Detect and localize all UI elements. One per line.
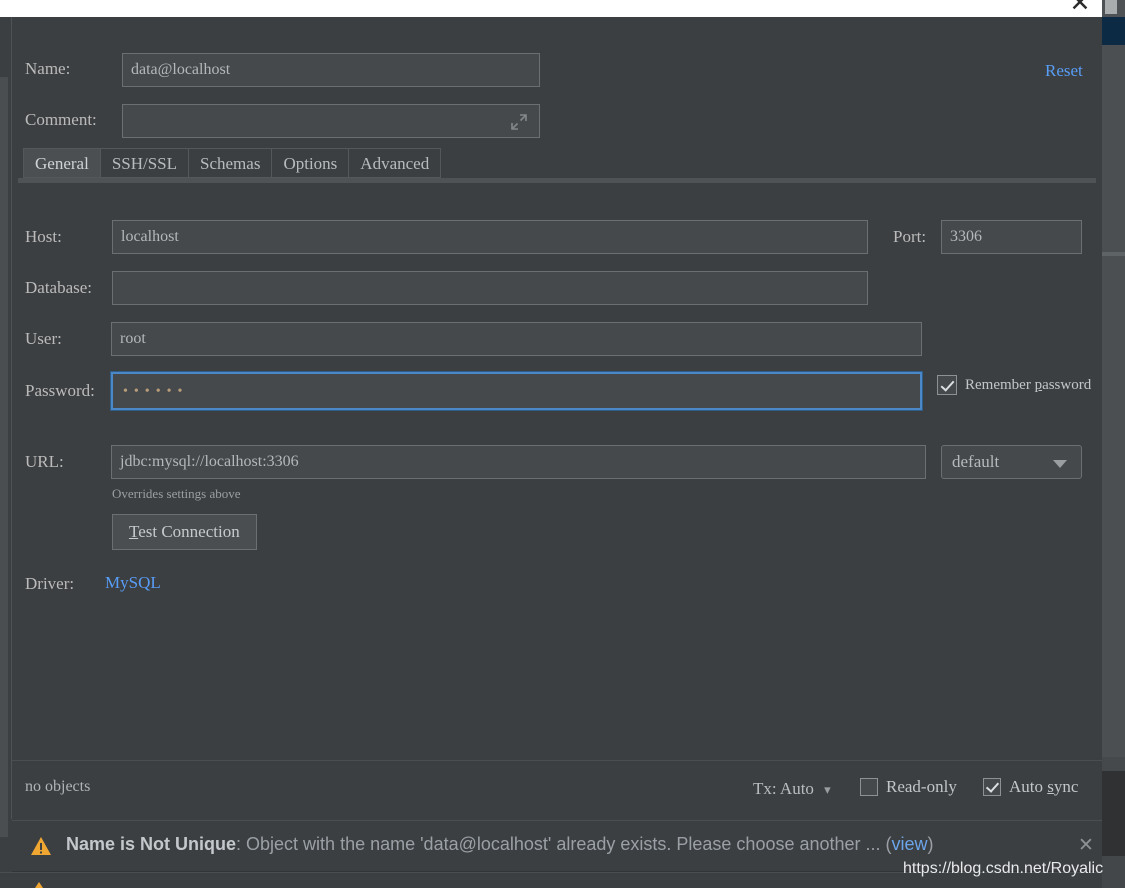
password-input[interactable]: •••••• [110, 371, 923, 411]
right-col-dark-block [1102, 771, 1125, 856]
right-col-body [1102, 45, 1125, 757]
warning-tail: ) [927, 834, 934, 854]
app-root: ✕ Name: data@localhost Reset Comment: Ge… [0, 0, 1125, 888]
test-connection-button[interactable]: Test Connection [112, 514, 257, 550]
comment-input[interactable] [122, 104, 540, 138]
right-col-divider [1102, 252, 1125, 256]
objects-count-text: no objects [25, 778, 91, 795]
read-only-row[interactable]: Read-only [860, 777, 957, 797]
tab-advanced[interactable]: Advanced [348, 148, 442, 178]
url-hint: Overrides settings above [112, 486, 241, 501]
right-col-footer [1102, 856, 1125, 888]
url-label: URL: [25, 452, 64, 471]
password-masked-value: •••••• [123, 384, 189, 399]
close-x-icon[interactable]: ✕ [1063, 0, 1097, 16]
auto-sync-label: Auto sync [1009, 777, 1079, 796]
right-col-lower [1102, 757, 1125, 771]
chevron-down-icon: ▾ [824, 782, 831, 797]
tab-schemas[interactable]: Schemas [188, 148, 272, 178]
watermark-text: https://blog.csdn.net/Royalic [903, 860, 1104, 877]
host-label: Host: [25, 227, 62, 246]
expand-diagonal-icon[interactable] [510, 113, 528, 131]
name-input[interactable]: data@localhost [122, 53, 540, 87]
password-label: Password: [25, 381, 95, 400]
database-schema-select[interactable]: default [941, 445, 1082, 479]
comment-label: Comment: [25, 110, 97, 129]
right-col-tab-marker [1105, 0, 1117, 14]
remember-password-label: Remember password [965, 376, 1092, 393]
warning-title: Name is Not Unique [66, 834, 237, 854]
database-label: Database: [25, 278, 93, 297]
name-label: Name: [25, 59, 71, 78]
connection-settings-panel: Name: data@localhost Reset Comment: Gene… [12, 17, 1102, 819]
left-scrollbar[interactable] [0, 77, 8, 837]
url-input[interactable]: jdbc:mysql://localhost:3306 [111, 445, 926, 479]
driver-link[interactable]: MySQL [105, 573, 161, 593]
reset-link[interactable]: Reset [1045, 61, 1083, 81]
tx-mode-selector[interactable]: Tx: Auto ▾ [753, 779, 831, 799]
read-only-checkbox[interactable] [860, 778, 878, 796]
right-col-selected-item[interactable] [1102, 17, 1125, 45]
read-only-label: Read-only [886, 777, 957, 796]
warning-close-icon[interactable]: ✕ [1078, 834, 1094, 857]
tab-bar: General SSH/SSL Schemas Options Advanced [23, 148, 442, 178]
tx-mode-label: Tx: Auto [753, 779, 814, 798]
warning-view-link[interactable]: view [892, 834, 928, 854]
port-input[interactable]: 3306 [941, 220, 1082, 254]
warning-triangle-icon [31, 837, 51, 855]
tab-bar-underline [18, 178, 1096, 183]
database-input[interactable] [112, 271, 868, 305]
tab-options[interactable]: Options [271, 148, 349, 178]
host-input[interactable]: localhost [112, 220, 868, 254]
warning-body: : Object with the name 'data@localhost' … [236, 834, 892, 854]
warning-message: Name is Not Unique: Object with the name… [66, 834, 934, 855]
auto-sync-checkbox[interactable] [983, 778, 1001, 796]
driver-label: Driver: [25, 574, 75, 593]
right-outer-column [1102, 0, 1125, 888]
user-input[interactable]: root [111, 322, 922, 356]
remember-password-checkbox[interactable] [937, 375, 957, 395]
tab-general[interactable]: General [23, 148, 100, 178]
auto-sync-row[interactable]: Auto sync [983, 777, 1078, 797]
remember-password-row[interactable]: Remember password [937, 375, 1091, 395]
warning-triangle-icon-partial [35, 882, 43, 888]
port-label: Port: [893, 227, 927, 246]
user-label: User: [25, 329, 62, 348]
window-top-strip [0, 0, 1102, 17]
status-bar: no objects Tx: Auto ▾ Read-only Auto syn… [12, 761, 1102, 819]
schema-select-value: default [952, 452, 1000, 471]
tab-ssh-ssl[interactable]: SSH/SSL [99, 148, 189, 178]
chevron-down-icon [1053, 460, 1067, 468]
